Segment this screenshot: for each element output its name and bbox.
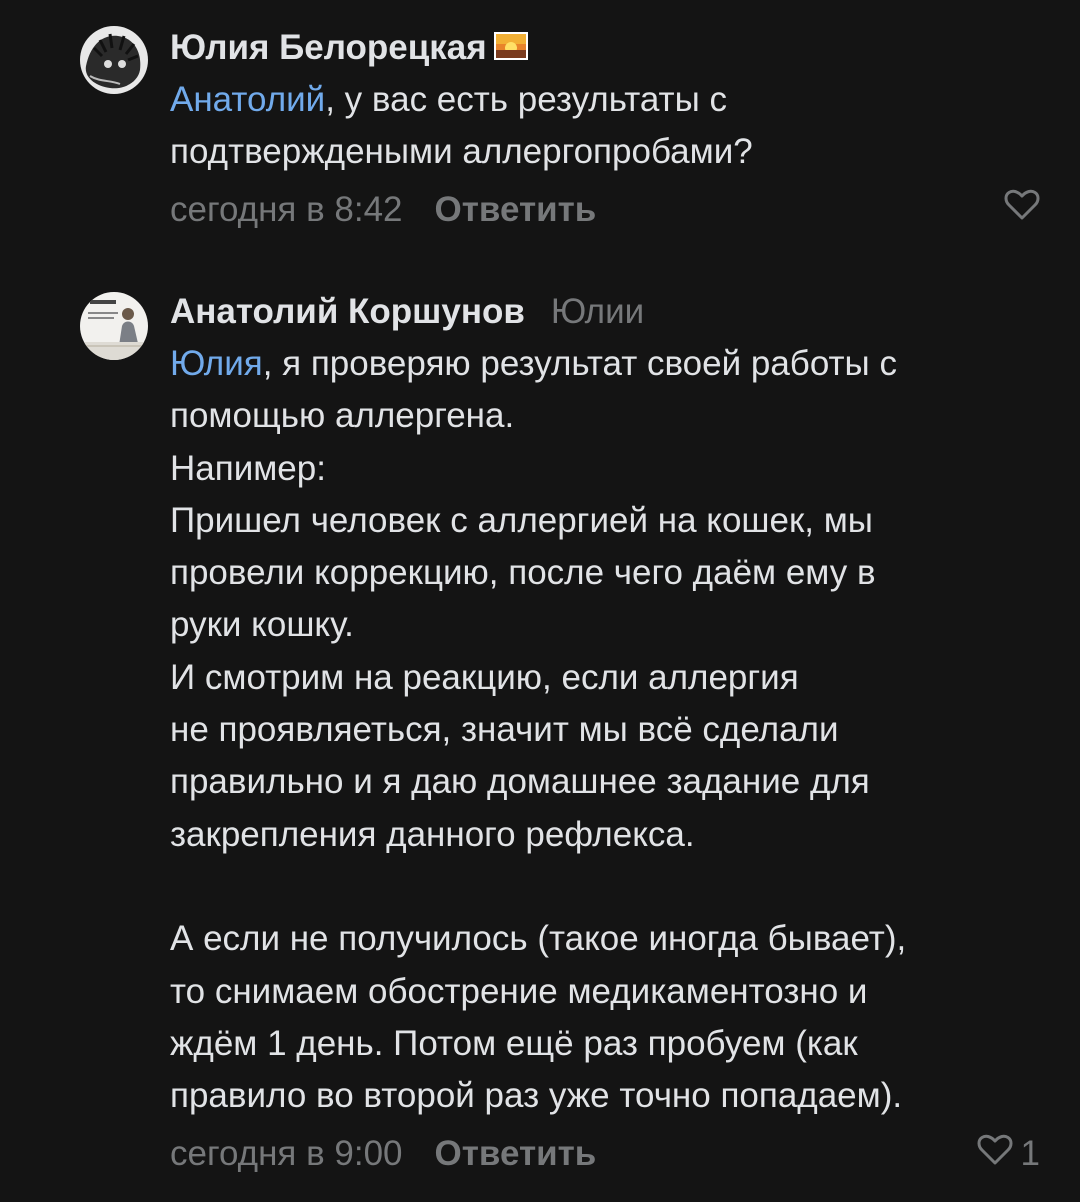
comment-line: правильно и я даю домашнее задание для [170,762,870,802]
heart-outline-icon [1004,189,1040,230]
comment-line: то снимаем обострение медикаментозно и [170,971,868,1011]
like-count: 1 [1020,1134,1040,1174]
comment-line: правило во второй раз уже точно попадаем… [170,1076,903,1116]
comment-line: подтверждеными аллергопробами? [170,132,753,172]
comment-line: ждём 1 день. Потом ещё раз пробуем (как [170,1023,858,1063]
like-button[interactable]: 1 [977,1126,1040,1182]
comment-line: И смотрим на реакцию, если аллергия [170,657,799,697]
reply-button[interactable]: Ответить [435,190,597,230]
mention-link[interactable]: Анатолий [170,80,325,119]
comment-line: Анатолий, у вас есть результаты с [170,80,727,119]
comment-text: Анатолий, у вас есть результаты с подтве… [170,74,1040,179]
like-button[interactable] [1004,182,1040,238]
comment-line: Напимер: [170,448,326,488]
author-name[interactable]: Анатолий Коршунов [170,292,525,332]
comment-line [170,861,1040,913]
comment-line: Юлия, я проверяю результат своей работы … [170,344,897,383]
comment-time: сегодня в 9:00 [170,1134,403,1174]
comment-footer: сегодня в 8:42 Ответить [170,182,1040,238]
comment-time: сегодня в 8:42 [170,189,403,229]
comment-line: Пришел человек с аллергией на кошек, мы [170,500,873,540]
mention-link[interactable]: Юлия [170,344,263,383]
comment-text: Юлия, я проверяю результат своей работы … [170,338,1040,1122]
reply-button[interactable]: Ответить [435,1134,597,1174]
heart-outline-icon [977,1134,1013,1175]
comment-footer: сегодня в 9:00 Ответить 1 [170,1126,1040,1182]
sunset-emoji-icon [493,31,529,66]
reply-to-link[interactable]: Юлии [551,292,644,332]
comment-line: помощью аллергена. [170,396,515,436]
comment-line: А если не получилось (такое иногда бывае… [170,919,907,959]
avatar[interactable] [80,292,148,360]
comment-line: не проявляеться, значит мы всё сделали [170,710,839,750]
comment-line: руки кошку. [170,605,354,645]
avatar[interactable] [80,26,148,94]
author-name[interactable]: Юлия Белорецкая [170,28,487,68]
comment-line: провели коррекцию, после чего даём ему в [170,553,876,593]
comment-line: закрепления данного рефлекса. [170,814,695,854]
